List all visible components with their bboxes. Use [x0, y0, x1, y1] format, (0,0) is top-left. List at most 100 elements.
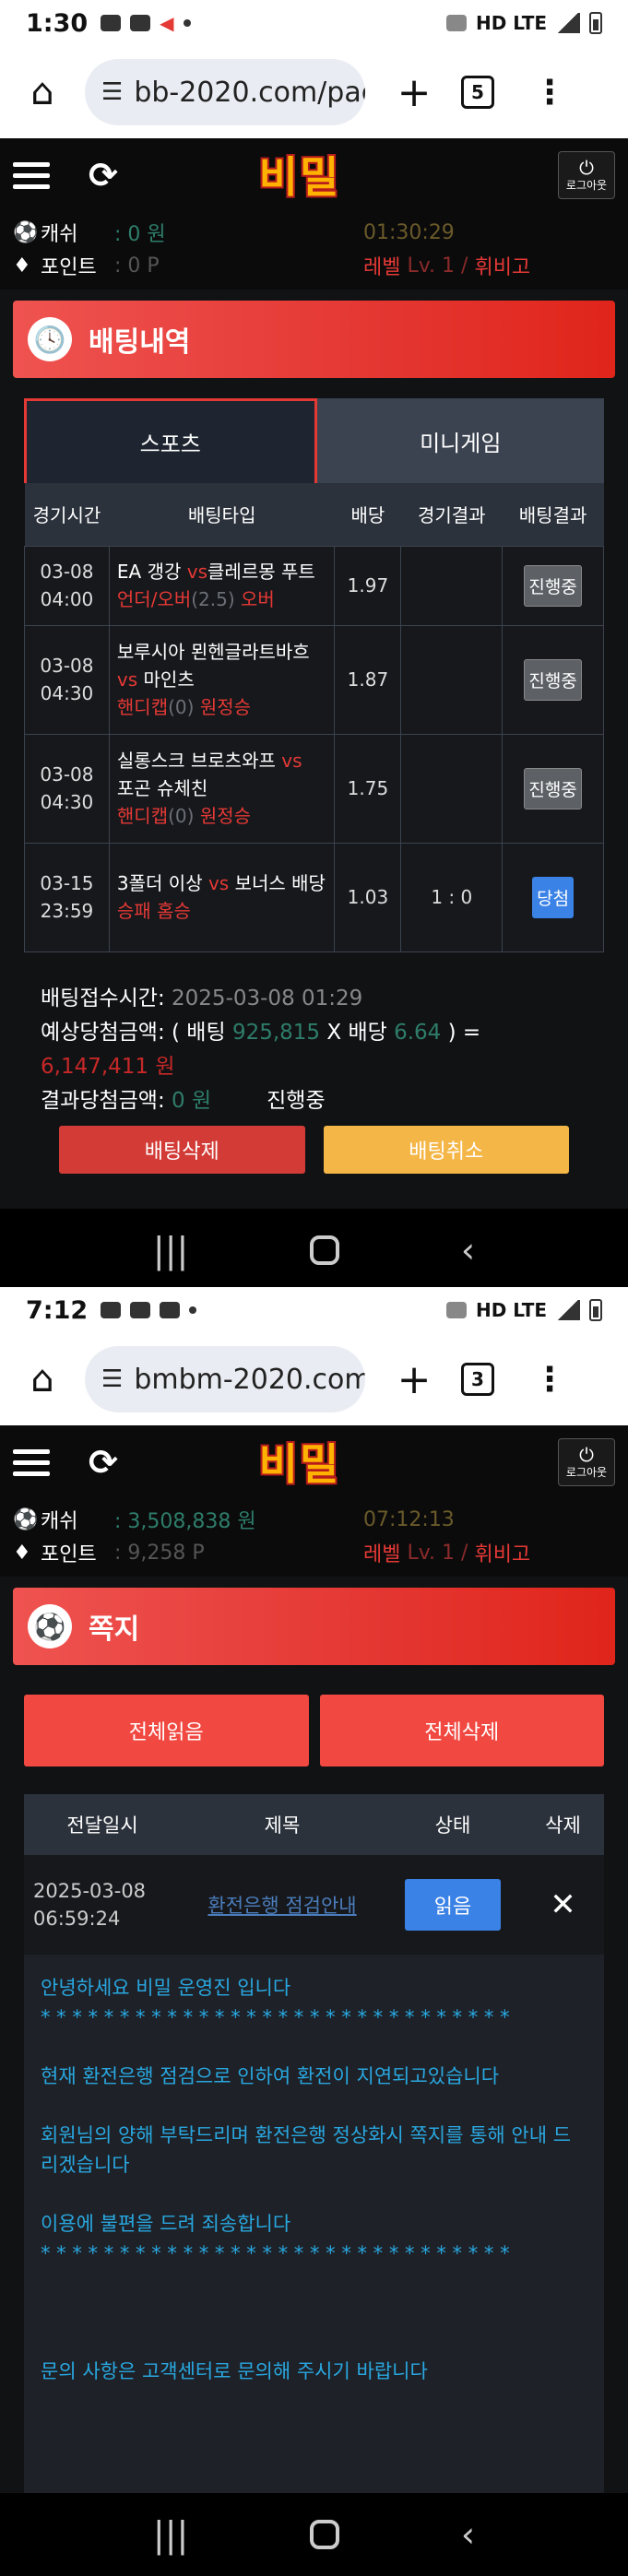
tab-sports[interactable]: 스포츠: [24, 398, 317, 483]
refresh-icon[interactable]: ⟳: [89, 1442, 118, 1483]
match-result: [400, 545, 504, 626]
header-match-result: 경기결과: [400, 483, 503, 546]
more-menu-icon[interactable]: ⋮: [533, 1361, 566, 1399]
logout-button[interactable]: ⏻ 로그아웃: [558, 1438, 615, 1486]
bet-time-line: 배팅접수시간: 2025-03-08 01:29: [41, 982, 587, 1016]
account-info: ⚽ 캐쉬 : 3,508,838 원 07:12:13 ♦ 포인트 : 9,25…: [0, 1499, 628, 1577]
url-text: bmbm-2020.com: [134, 1363, 365, 1396]
header-date: 전달일시: [24, 1794, 181, 1855]
match-time: 03-08 04:30: [24, 733, 110, 844]
power-icon: ⏻: [579, 156, 594, 179]
screenshot-bet-history: 1:30 ◀ HD LTE ⌂ ☰ bb-2020.com/pag + 5 ⋮ ⟳…: [0, 0, 628, 1292]
android-nav-bar: ||| ‹: [0, 1208, 628, 1292]
header-odds: 배당: [334, 483, 401, 546]
bet-status: 진행중: [502, 545, 604, 626]
tab-switcher-button[interactable]: 5: [461, 76, 494, 109]
cancel-bet-button[interactable]: 배팅취소: [323, 1125, 569, 1174]
table-header: 경기시간 배팅타입 배당 경기결과 배팅결과: [24, 483, 604, 546]
account-info: ⚽ 캐쉬 : 0 원 01:30:29 ♦ 포인트 : 0 P 레벨 Lv. 1…: [0, 212, 628, 290]
power-icon: ⏻: [579, 1443, 594, 1466]
delete-all-button[interactable]: 전체삭제: [319, 1695, 604, 1767]
browser-toolbar: ⌂ ☰ bmbm-2020.com + 3 ⋮: [0, 1333, 628, 1425]
status-badge: 진행중: [524, 658, 582, 701]
status-time: 1:30: [26, 8, 89, 38]
bet-type: EA 갱강 vs클레르몽 푸트 언더/오버(2.5) 오버: [108, 545, 336, 626]
address-bar[interactable]: ☰ bmbm-2020.com: [85, 1346, 365, 1412]
clock-time: 07:12:13: [363, 1507, 455, 1531]
level-label: 레벨: [363, 1543, 401, 1566]
back-icon[interactable]: ‹: [461, 1230, 475, 1270]
refresh-icon[interactable]: ⟳: [89, 155, 118, 195]
level-value: Lv. 1 /: [407, 1541, 468, 1565]
message-status: 읽음: [384, 1855, 522, 1955]
home-icon[interactable]: ⌂: [17, 1358, 68, 1400]
message-body: 안녕하세요 비밀 운영진 입니다 * * * * * * * * * * * *…: [24, 1955, 604, 2508]
tab-minigame[interactable]: 미니게임: [316, 398, 604, 483]
message-line: 현재 환전은행 점검으로 인하여 환전이 지연되고있습니다: [41, 2065, 500, 2087]
delete-bet-button[interactable]: 배팅삭제: [59, 1125, 305, 1174]
bet-actions: 배팅삭제 배팅취소: [0, 1118, 628, 1174]
expected-label: 예상당첨금액: ( 배팅: [41, 1020, 226, 1045]
bet-status: 당첨: [502, 842, 604, 952]
address-bar[interactable]: ☰ bb-2020.com/pag: [85, 59, 365, 125]
message-title-link[interactable]: 환전은행 점검안내: [181, 1855, 384, 1955]
status-bar: 1:30 ◀ HD LTE: [0, 0, 628, 46]
system-icons: HD LTE: [445, 12, 602, 34]
notification-icons: ◀: [101, 12, 191, 34]
table-row[interactable]: 2025-03-08 06:59:24 환전은행 점검안내 읽음 ✕: [24, 1855, 604, 1955]
level-label: 레벨: [363, 256, 401, 279]
site-header: ⟳ 비밀 ⏻ 로그아웃: [0, 138, 628, 212]
hamburger-menu-icon[interactable]: [13, 1448, 50, 1476]
home-icon[interactable]: ⌂: [17, 71, 68, 113]
message-stars: * * * * * * * * * * * * * * * * * * * * …: [41, 2242, 510, 2264]
table-row: 03-08 04:30 실롱스크 브로츠와프 vs 포곤 슈체친 핸디캡(0) 원정승…: [24, 733, 604, 844]
bet-time-label: 배팅접수시간:: [41, 986, 165, 1010]
recent-apps-icon[interactable]: |||: [153, 1230, 188, 1270]
cash-value: : 3,508,838 원: [114, 1510, 256, 1533]
logout-button[interactable]: ⏻ 로그아웃: [558, 151, 615, 199]
odds-label: X 배당: [326, 1020, 387, 1045]
site-settings-icon[interactable]: ☰: [101, 1365, 123, 1393]
home-button-icon[interactable]: [310, 2520, 340, 2549]
new-tab-button[interactable]: +: [391, 1356, 437, 1403]
page-title: 쪽지: [89, 1613, 140, 1646]
bet-time-value: 2025-03-08 01:29: [172, 986, 363, 1010]
bet-amount: 925,815: [231, 1020, 321, 1045]
site-logo[interactable]: 비밀: [244, 146, 355, 203]
bet-state: 진행중: [267, 1088, 326, 1113]
recent-apps-icon[interactable]: |||: [153, 2514, 188, 2555]
more-menu-icon[interactable]: ⋮: [533, 74, 566, 112]
odds: 1.75: [334, 733, 402, 844]
result-label: 결과당첨금액:: [41, 1088, 165, 1113]
header-time: 경기시간: [24, 483, 110, 546]
message-date: 2025-03-08 06:59:24: [24, 1855, 181, 1955]
page-banner: 🕓 배팅내역: [13, 301, 615, 378]
level-name: 휘비고: [474, 256, 531, 279]
back-icon[interactable]: ‹: [461, 2514, 475, 2555]
site-logo[interactable]: 비밀: [244, 1433, 355, 1490]
read-status-button[interactable]: 읽음: [404, 1879, 502, 1931]
message-line: 안녕하세요 비밀 운영진 입니다: [41, 1977, 291, 1999]
odds: 1.97: [334, 545, 402, 626]
new-tab-button[interactable]: +: [391, 69, 437, 116]
bet-summary: 배팅접수시간: 2025-03-08 01:29 예상당첨금액: ( 배팅 92…: [0, 952, 628, 1118]
header-status: 상태: [384, 1794, 522, 1855]
match-result: [400, 624, 504, 735]
home-button-icon[interactable]: [310, 1235, 340, 1265]
odds: 1.87: [334, 624, 402, 735]
point-value: : 9,258 P: [114, 1541, 205, 1565]
tab-switcher-button[interactable]: 3: [461, 1363, 494, 1396]
message-line: 이용에 불편을 드려 죄송합니다: [41, 2213, 291, 2235]
logout-label: 로그아웃: [565, 178, 608, 192]
delete-message-icon[interactable]: ✕: [522, 1855, 604, 1955]
point-value: : 0 P: [114, 254, 160, 278]
soccer-ball-icon: ⚽: [28, 1604, 72, 1648]
expected-win-line: 예상당첨금액: ( 배팅 925,815 X 배당 6.64 ) = 6,147,…: [41, 1016, 587, 1084]
notification-icons: [101, 1302, 197, 1318]
cash-label: 캐쉬: [41, 223, 78, 246]
odds: 1.03: [334, 842, 402, 952]
site-settings-icon[interactable]: ☰: [101, 78, 123, 106]
read-all-button[interactable]: 전체읽음: [24, 1695, 309, 1767]
hamburger-menu-icon[interactable]: [13, 161, 50, 189]
soccer-ball-icon: ⚽: [13, 220, 39, 244]
